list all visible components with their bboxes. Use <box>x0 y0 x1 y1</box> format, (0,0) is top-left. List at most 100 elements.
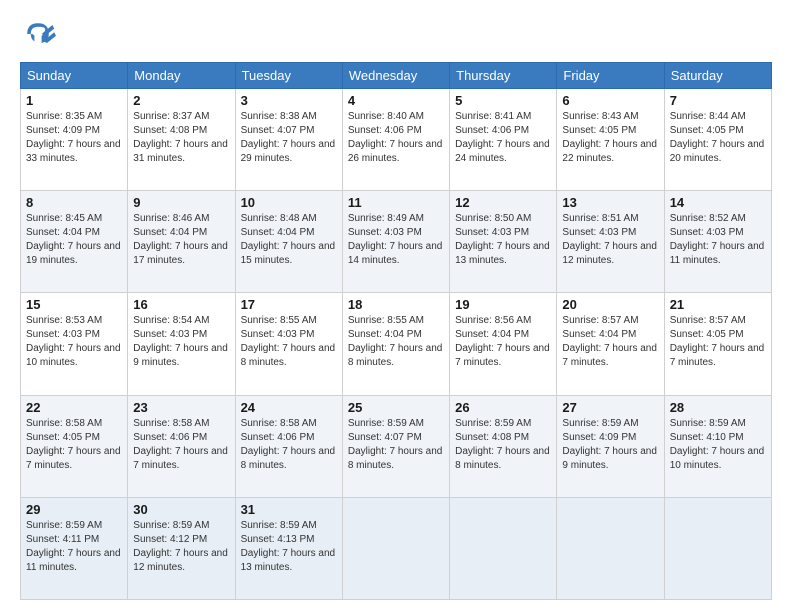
sunrise-label: Sunrise: 8:59 AM <box>133 520 209 531</box>
table-row: 2 Sunrise: 8:37 AM Sunset: 4:08 PM Dayli… <box>128 89 235 191</box>
day-number: 14 <box>670 195 766 210</box>
sunset-label: Sunset: 4:03 PM <box>133 329 207 340</box>
table-row: 4 Sunrise: 8:40 AM Sunset: 4:06 PM Dayli… <box>342 89 449 191</box>
day-info: Sunrise: 8:51 AM Sunset: 4:03 PM Dayligh… <box>562 212 658 268</box>
sunset-label: Sunset: 4:04 PM <box>562 329 636 340</box>
sunrise-label: Sunrise: 8:52 AM <box>670 213 746 224</box>
col-tuesday: Tuesday <box>235 63 342 89</box>
table-row: 19 Sunrise: 8:56 AM Sunset: 4:04 PM Dayl… <box>450 293 557 395</box>
day-number: 20 <box>562 297 658 312</box>
table-row: 11 Sunrise: 8:49 AM Sunset: 4:03 PM Dayl… <box>342 191 449 293</box>
sunrise-label: Sunrise: 8:35 AM <box>26 111 102 122</box>
col-sunday: Sunday <box>21 63 128 89</box>
daylight-label: Daylight: 7 hours and 11 minutes. <box>26 548 121 573</box>
day-number: 13 <box>562 195 658 210</box>
day-info: Sunrise: 8:58 AM Sunset: 4:05 PM Dayligh… <box>26 417 122 473</box>
sunset-label: Sunset: 4:07 PM <box>348 432 422 443</box>
sunrise-label: Sunrise: 8:58 AM <box>26 418 102 429</box>
table-row: 30 Sunrise: 8:59 AM Sunset: 4:12 PM Dayl… <box>128 497 235 599</box>
sunset-label: Sunset: 4:04 PM <box>133 227 207 238</box>
day-number: 22 <box>26 400 122 415</box>
daylight-label: Daylight: 7 hours and 11 minutes. <box>670 241 765 266</box>
daylight-label: Daylight: 7 hours and 24 minutes. <box>455 139 550 164</box>
sunset-label: Sunset: 4:05 PM <box>562 125 636 136</box>
sunset-label: Sunset: 4:09 PM <box>26 125 100 136</box>
table-row: 24 Sunrise: 8:58 AM Sunset: 4:06 PM Dayl… <box>235 395 342 497</box>
day-number: 23 <box>133 400 229 415</box>
sunset-label: Sunset: 4:06 PM <box>241 432 315 443</box>
calendar-week-3: 15 Sunrise: 8:53 AM Sunset: 4:03 PM Dayl… <box>21 293 772 395</box>
day-number: 7 <box>670 93 766 108</box>
day-info: Sunrise: 8:38 AM Sunset: 4:07 PM Dayligh… <box>241 110 337 166</box>
page: Sunday Monday Tuesday Wednesday Thursday… <box>0 0 792 612</box>
table-row: 21 Sunrise: 8:57 AM Sunset: 4:05 PM Dayl… <box>664 293 771 395</box>
day-info: Sunrise: 8:59 AM Sunset: 4:09 PM Dayligh… <box>562 417 658 473</box>
sunset-label: Sunset: 4:04 PM <box>348 329 422 340</box>
daylight-label: Daylight: 7 hours and 26 minutes. <box>348 139 443 164</box>
day-number: 10 <box>241 195 337 210</box>
day-number: 24 <box>241 400 337 415</box>
day-info: Sunrise: 8:50 AM Sunset: 4:03 PM Dayligh… <box>455 212 551 268</box>
daylight-label: Daylight: 7 hours and 8 minutes. <box>455 446 550 471</box>
day-info: Sunrise: 8:58 AM Sunset: 4:06 PM Dayligh… <box>241 417 337 473</box>
daylight-label: Daylight: 7 hours and 8 minutes. <box>241 446 336 471</box>
sunrise-label: Sunrise: 8:51 AM <box>562 213 638 224</box>
day-number: 25 <box>348 400 444 415</box>
sunset-label: Sunset: 4:05 PM <box>670 125 744 136</box>
daylight-label: Daylight: 7 hours and 12 minutes. <box>133 548 228 573</box>
sunrise-label: Sunrise: 8:57 AM <box>670 315 746 326</box>
sunset-label: Sunset: 4:12 PM <box>133 534 207 545</box>
daylight-label: Daylight: 7 hours and 8 minutes. <box>348 446 443 471</box>
sunset-label: Sunset: 4:06 PM <box>133 432 207 443</box>
sunrise-label: Sunrise: 8:53 AM <box>26 315 102 326</box>
sunrise-label: Sunrise: 8:37 AM <box>133 111 209 122</box>
header-row: Sunday Monday Tuesday Wednesday Thursday… <box>21 63 772 89</box>
sunset-label: Sunset: 4:07 PM <box>241 125 315 136</box>
day-info: Sunrise: 8:59 AM Sunset: 4:13 PM Dayligh… <box>241 519 337 575</box>
daylight-label: Daylight: 7 hours and 7 minutes. <box>133 446 228 471</box>
day-number: 17 <box>241 297 337 312</box>
col-thursday: Thursday <box>450 63 557 89</box>
day-info: Sunrise: 8:40 AM Sunset: 4:06 PM Dayligh… <box>348 110 444 166</box>
day-info: Sunrise: 8:48 AM Sunset: 4:04 PM Dayligh… <box>241 212 337 268</box>
sunrise-label: Sunrise: 8:59 AM <box>670 418 746 429</box>
sunset-label: Sunset: 4:03 PM <box>26 329 100 340</box>
table-row: 23 Sunrise: 8:58 AM Sunset: 4:06 PM Dayl… <box>128 395 235 497</box>
sunset-label: Sunset: 4:13 PM <box>241 534 315 545</box>
sunset-label: Sunset: 4:03 PM <box>241 329 315 340</box>
daylight-label: Daylight: 7 hours and 17 minutes. <box>133 241 228 266</box>
sunset-label: Sunset: 4:04 PM <box>455 329 529 340</box>
day-info: Sunrise: 8:46 AM Sunset: 4:04 PM Dayligh… <box>133 212 229 268</box>
day-info: Sunrise: 8:59 AM Sunset: 4:11 PM Dayligh… <box>26 519 122 575</box>
day-number: 19 <box>455 297 551 312</box>
day-number: 2 <box>133 93 229 108</box>
daylight-label: Daylight: 7 hours and 7 minutes. <box>26 446 121 471</box>
table-row: 3 Sunrise: 8:38 AM Sunset: 4:07 PM Dayli… <box>235 89 342 191</box>
daylight-label: Daylight: 7 hours and 9 minutes. <box>133 343 228 368</box>
daylight-label: Daylight: 7 hours and 20 minutes. <box>670 139 765 164</box>
daylight-label: Daylight: 7 hours and 7 minutes. <box>670 343 765 368</box>
sunrise-label: Sunrise: 8:43 AM <box>562 111 638 122</box>
day-number: 16 <box>133 297 229 312</box>
day-info: Sunrise: 8:59 AM Sunset: 4:12 PM Dayligh… <box>133 519 229 575</box>
table-row: 20 Sunrise: 8:57 AM Sunset: 4:04 PM Dayl… <box>557 293 664 395</box>
day-number: 4 <box>348 93 444 108</box>
day-info: Sunrise: 8:52 AM Sunset: 4:03 PM Dayligh… <box>670 212 766 268</box>
sunrise-label: Sunrise: 8:46 AM <box>133 213 209 224</box>
day-info: Sunrise: 8:59 AM Sunset: 4:08 PM Dayligh… <box>455 417 551 473</box>
day-number: 30 <box>133 502 229 517</box>
daylight-label: Daylight: 7 hours and 13 minutes. <box>241 548 336 573</box>
day-info: Sunrise: 8:55 AM Sunset: 4:04 PM Dayligh… <box>348 314 444 370</box>
daylight-label: Daylight: 7 hours and 7 minutes. <box>562 343 657 368</box>
sunrise-label: Sunrise: 8:59 AM <box>26 520 102 531</box>
day-number: 12 <box>455 195 551 210</box>
day-number: 27 <box>562 400 658 415</box>
sunrise-label: Sunrise: 8:55 AM <box>241 315 317 326</box>
calendar-week-2: 8 Sunrise: 8:45 AM Sunset: 4:04 PM Dayli… <box>21 191 772 293</box>
table-row: 14 Sunrise: 8:52 AM Sunset: 4:03 PM Dayl… <box>664 191 771 293</box>
day-number: 3 <box>241 93 337 108</box>
daylight-label: Daylight: 7 hours and 7 minutes. <box>455 343 550 368</box>
day-number: 5 <box>455 93 551 108</box>
daylight-label: Daylight: 7 hours and 15 minutes. <box>241 241 336 266</box>
day-info: Sunrise: 8:59 AM Sunset: 4:07 PM Dayligh… <box>348 417 444 473</box>
